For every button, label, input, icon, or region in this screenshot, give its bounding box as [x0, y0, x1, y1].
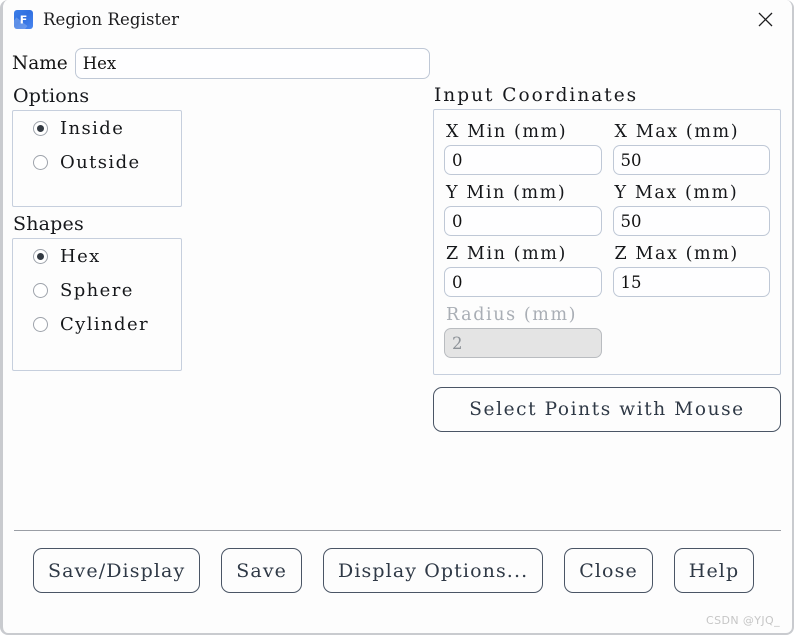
field-x-max: X Max (mm) — [612, 118, 770, 179]
field-y-max: Y Max (mm) — [612, 179, 770, 240]
x-min-label: X Min (mm) — [446, 122, 568, 142]
radio-hex-icon[interactable] — [33, 248, 48, 264]
y-max-label: Y Max (mm) — [614, 183, 739, 203]
radio-inside-label: Inside — [60, 117, 125, 139]
right-column: Input Coordinates X Min (mm) X Max (mm) … — [433, 79, 792, 432]
y-max-input[interactable] — [612, 206, 770, 236]
display-options-button[interactable]: Display Options... — [323, 548, 544, 593]
input-coordinates-group: X Min (mm) X Max (mm) Y Min (mm) Y Max (… — [433, 109, 781, 375]
name-label: Name — [12, 53, 68, 74]
radio-sphere-label: Sphere — [60, 279, 134, 301]
close-icon[interactable] — [742, 0, 788, 39]
shapes-title: Shapes — [13, 213, 84, 235]
x-max-input[interactable] — [612, 145, 770, 175]
radio-cylinder-icon[interactable] — [33, 316, 48, 332]
field-x-min: X Min (mm) — [444, 118, 602, 179]
close-glyph — [758, 12, 772, 27]
radio-inside-icon[interactable] — [33, 120, 48, 136]
radio-outside-label: Outside — [60, 151, 141, 173]
radio-outside-icon[interactable] — [33, 154, 48, 170]
radio-shape-cylinder[interactable]: Cylinder — [13, 307, 181, 341]
field-spacer — [613, 301, 771, 362]
options-group: Inside Outside — [12, 110, 182, 207]
radio-cylinder-label: Cylinder — [60, 313, 150, 335]
coordinate-grid: X Min (mm) X Max (mm) Y Min (mm) Y Max (… — [444, 118, 770, 362]
shapes-group: Hex Sphere Cylinder — [12, 238, 182, 371]
watermark: CSDN @YJQ_ — [706, 614, 780, 627]
z-min-label: Z Min (mm) — [446, 244, 567, 264]
footer-separator — [14, 530, 781, 531]
window-title: Region Register — [43, 10, 180, 29]
footer-buttons: Save/Display Save Display Options... Clo… — [3, 548, 792, 593]
x-max-label: X Max (mm) — [614, 122, 740, 142]
input-coordinates-title: Input Coordinates — [434, 85, 639, 106]
radius-input — [444, 328, 602, 358]
y-min-input[interactable] — [444, 206, 602, 236]
radio-shape-sphere[interactable]: Sphere — [13, 273, 181, 307]
app-f-icon — [14, 10, 33, 29]
field-z-max: Z Max (mm) — [612, 240, 770, 301]
save-display-button[interactable]: Save/Display — [33, 548, 201, 593]
field-radius: Radius (mm) — [444, 301, 602, 362]
radio-shape-hex[interactable]: Hex — [13, 239, 181, 273]
z-max-label: Z Max (mm) — [614, 244, 739, 264]
save-button[interactable]: Save — [221, 548, 303, 593]
left-column: Options Inside Outside Shapes Hex Sphere… — [3, 79, 433, 371]
field-z-min: Z Min (mm) — [444, 240, 602, 301]
titlebar: Region Register — [3, 0, 792, 39]
z-min-input[interactable] — [444, 267, 602, 297]
radio-option-inside[interactable]: Inside — [13, 111, 181, 145]
name-input[interactable] — [74, 48, 430, 79]
main-columns: Options Inside Outside Shapes Hex Sphere… — [3, 79, 792, 432]
z-max-input[interactable] — [612, 267, 770, 297]
name-row: Name — [3, 48, 792, 79]
select-points-with-mouse-button[interactable]: Select Points with Mouse — [433, 387, 781, 432]
close-button[interactable]: Close — [564, 548, 653, 593]
options-title: Options — [13, 85, 90, 107]
field-y-min: Y Min (mm) — [444, 179, 602, 240]
radio-option-outside[interactable]: Outside — [13, 145, 181, 179]
region-register-window: Region Register Name Options Inside Ou — [0, 0, 794, 635]
radio-hex-label: Hex — [60, 245, 101, 267]
radio-sphere-icon[interactable] — [33, 282, 48, 298]
x-min-input[interactable] — [444, 145, 602, 175]
y-min-label: Y Min (mm) — [446, 183, 567, 203]
help-button[interactable]: Help — [673, 548, 755, 593]
radius-label: Radius (mm) — [446, 305, 578, 325]
